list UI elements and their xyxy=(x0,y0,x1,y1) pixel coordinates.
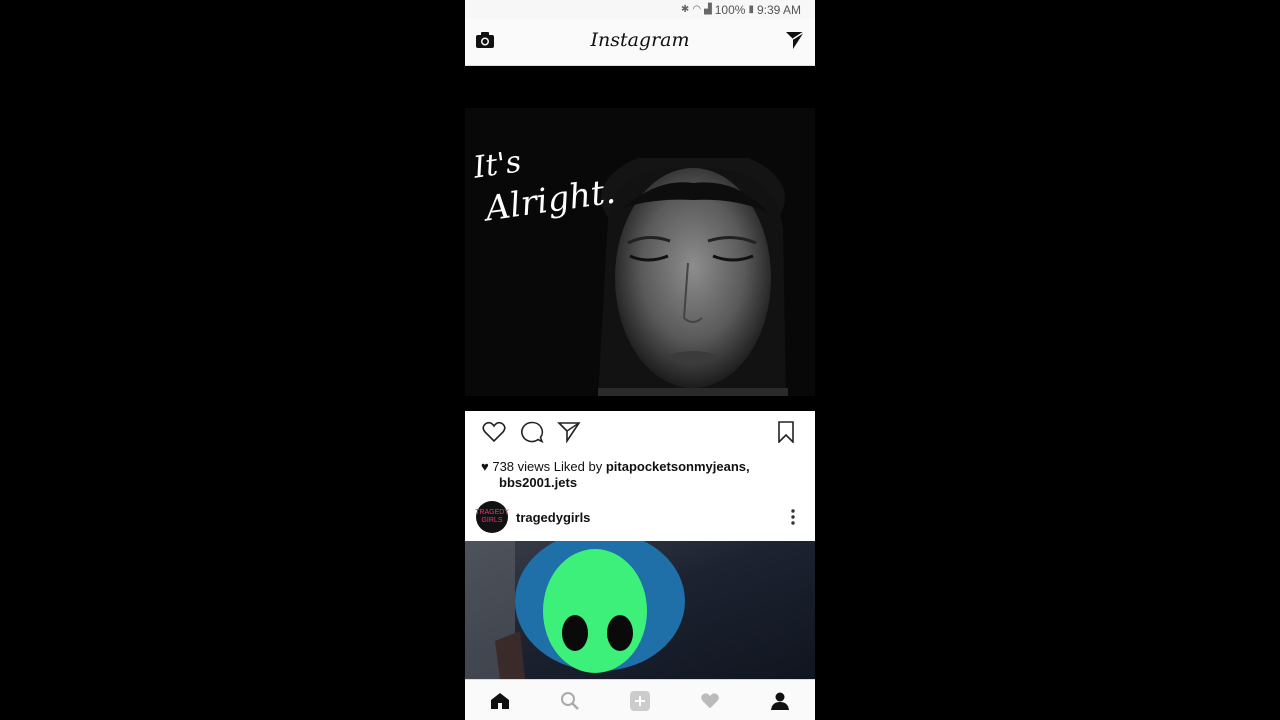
like-heart-icon[interactable] xyxy=(482,421,506,448)
post-top-spacer xyxy=(465,66,815,108)
bluetooth-icon: ✱ xyxy=(680,4,690,15)
signal-icon: ▟ xyxy=(704,4,712,15)
more-options-icon[interactable] xyxy=(791,508,795,531)
activity-heart-icon[interactable] xyxy=(698,689,722,713)
home-icon[interactable] xyxy=(488,689,512,713)
liker-username-1[interactable]: pitapocketsonmyjeans, xyxy=(606,459,750,474)
view-count: 738 views xyxy=(492,459,551,474)
app-header: Instagram xyxy=(465,19,815,66)
account-username[interactable]: tragedygirls xyxy=(516,510,590,525)
app-title: Instagram xyxy=(590,29,690,51)
next-post-media[interactable] xyxy=(465,541,815,679)
battery-level: 100% xyxy=(714,2,746,17)
post-media[interactable]: It's Alright. xyxy=(465,108,815,396)
new-post-icon[interactable] xyxy=(628,689,652,713)
bookmark-icon[interactable] xyxy=(777,421,795,448)
bottom-navigation xyxy=(465,679,815,720)
views-heart-icon: ♥ xyxy=(481,459,489,474)
comment-icon[interactable] xyxy=(520,421,544,448)
post-stats: ♥ 738 views Liked by pitapocketsonmyjean… xyxy=(481,459,801,491)
search-icon[interactable] xyxy=(558,689,582,713)
next-post-header: TRAGEDY GIRLS tragedygirls xyxy=(465,499,815,541)
share-icon[interactable] xyxy=(557,421,581,448)
direct-message-icon[interactable] xyxy=(785,30,805,55)
portrait-image xyxy=(598,158,788,396)
phone-screen: ✱ ◠ ▟ 100% ▮ 9:39 AM Instagram It's Alri… xyxy=(465,0,815,720)
post-actions-panel: ♥ 738 views Liked by pitapocketsonmyjean… xyxy=(465,411,815,541)
post-bottom-spacer xyxy=(465,396,815,411)
wifi-icon: ◠ xyxy=(692,4,702,15)
liker-username-2[interactable]: bbs2001.jets xyxy=(499,475,577,490)
liked-by-label: Liked by xyxy=(553,459,603,474)
masked-figure-image xyxy=(465,541,685,679)
status-bar: ✱ ◠ ▟ 100% ▮ 9:39 AM xyxy=(465,0,815,19)
battery-icon: ▮ xyxy=(748,4,754,15)
post-text-overlay: It's Alright. xyxy=(471,129,618,231)
profile-icon[interactable] xyxy=(768,689,792,713)
clock: 9:39 AM xyxy=(756,2,801,17)
avatar[interactable]: TRAGEDY GIRLS xyxy=(475,501,509,533)
